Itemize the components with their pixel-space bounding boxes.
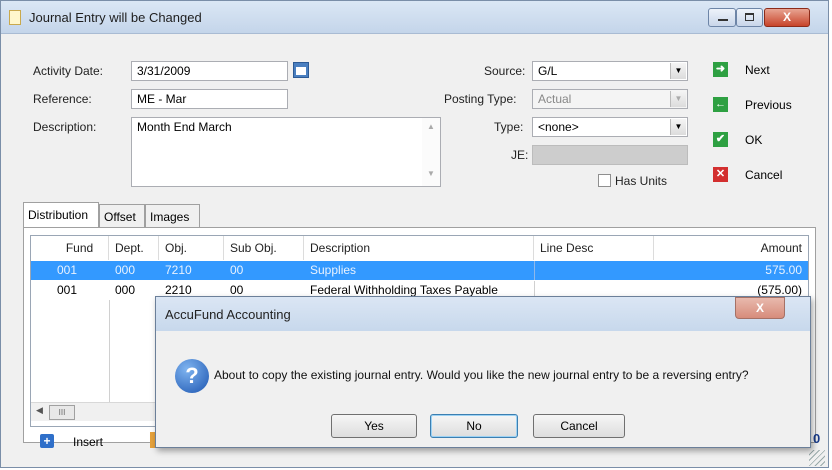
x-icon[interactable]: ✕	[713, 167, 728, 182]
dialog-close-button[interactable]: X	[735, 297, 785, 319]
source-label: Source:	[484, 64, 526, 78]
je-label: JE:	[511, 148, 529, 162]
chevron-down-icon: ▼	[670, 63, 686, 79]
document-icon	[9, 10, 21, 25]
dialog-title: AccuFund Accounting	[165, 307, 291, 322]
column-header-description[interactable]: Description	[304, 236, 534, 260]
yes-button[interactable]: Yes	[331, 414, 417, 438]
dialog-title-bar: AccuFund Accounting X	[156, 297, 810, 331]
activity-date-label: Activity Date:	[33, 64, 104, 78]
cell-description: Supplies	[310, 263, 357, 277]
cell-fund: 001	[57, 283, 78, 297]
tab-images[interactable]: Images	[145, 204, 200, 227]
close-icon: X	[755, 301, 764, 315]
cell-dept: 000	[115, 283, 136, 297]
scroll-thumb[interactable]: III	[49, 405, 75, 420]
source-value: G/L	[538, 64, 558, 78]
source-select[interactable]: G/L ▼	[532, 61, 688, 81]
chevron-down-icon: ▼	[670, 91, 686, 107]
arrow-right-icon[interactable]: ➜	[713, 62, 728, 77]
scroll-left-icon[interactable]: ◀	[36, 405, 43, 416]
column-header-dept[interactable]: Dept.	[109, 236, 159, 260]
cancel-button[interactable]: Cancel	[745, 168, 782, 182]
posting-type-value: Actual	[538, 92, 572, 106]
column-header-fund[interactable]: Fund	[31, 236, 109, 260]
description-field[interactable]: Month End March	[131, 117, 441, 187]
ok-button[interactable]: OK	[745, 133, 762, 147]
no-button[interactable]: No	[430, 414, 518, 438]
title-bar: Journal Entry will be Changed X	[1, 1, 828, 34]
scroll-up-icon: ▲	[427, 122, 435, 131]
question-icon: ?	[175, 359, 209, 393]
dialog-message: About to copy the existing journal entry…	[214, 368, 749, 382]
cell-fund: 001	[57, 263, 78, 277]
type-select[interactable]: <none> ▼	[532, 117, 688, 137]
total-fragment: 0	[813, 431, 821, 446]
cell-subobj: 00	[230, 263, 244, 277]
maximize-icon	[745, 13, 754, 21]
description-label: Description:	[33, 120, 97, 134]
arrow-left-icon[interactable]: ←	[713, 97, 728, 112]
plus-icon[interactable]: +	[40, 434, 54, 448]
check-icon[interactable]: ✔	[713, 132, 728, 147]
activity-date-field[interactable]: 3/31/2009	[131, 61, 288, 81]
description-scrollbar[interactable]: ▲ ▼	[422, 118, 440, 186]
type-label: Type:	[494, 120, 524, 134]
column-header-line-desc[interactable]: Line Desc	[534, 236, 654, 260]
dialog-cancel-button[interactable]: Cancel	[533, 414, 625, 438]
type-value: <none>	[538, 120, 579, 134]
has-units-label: Has Units	[615, 174, 668, 188]
scroll-down-icon: ▼	[427, 169, 435, 178]
calendar-icon[interactable]	[293, 62, 309, 78]
close-button[interactable]: X	[764, 8, 810, 27]
je-field	[532, 145, 688, 165]
cell-line-desc	[534, 261, 654, 280]
window-title: Journal Entry will be Changed	[29, 10, 202, 25]
minimize-button[interactable]	[708, 8, 736, 27]
cell-dept: 000	[115, 263, 136, 277]
chevron-down-icon: ▼	[670, 119, 686, 135]
tab-distribution[interactable]: Distribution	[23, 202, 99, 227]
grid-line	[109, 300, 110, 402]
maximize-button[interactable]	[736, 8, 763, 27]
table-row[interactable]: 001 000 7210 00 Supplies 575.00	[31, 261, 808, 280]
next-button[interactable]: Next	[745, 63, 770, 77]
insert-button[interactable]: Insert	[73, 435, 103, 449]
cell-obj: 7210	[165, 263, 192, 277]
close-icon: X	[782, 10, 791, 24]
posting-type-label: Posting Type:	[444, 92, 517, 106]
reference-field[interactable]: ME - Mar	[131, 89, 288, 109]
column-header-subobj[interactable]: Sub Obj.	[224, 236, 304, 260]
resize-grip-icon[interactable]	[809, 450, 825, 466]
tab-offset[interactable]: Offset	[99, 204, 145, 227]
cell-amount: 575.00	[765, 263, 802, 277]
column-header-obj[interactable]: Obj.	[159, 236, 224, 260]
posting-type-select[interactable]: Actual ▼	[532, 89, 688, 109]
has-units-checkbox[interactable]	[598, 174, 611, 187]
previous-button[interactable]: Previous	[745, 98, 792, 112]
column-header-amount[interactable]: Amount	[654, 236, 808, 260]
minimize-icon	[718, 19, 728, 21]
reference-label: Reference:	[33, 92, 92, 106]
